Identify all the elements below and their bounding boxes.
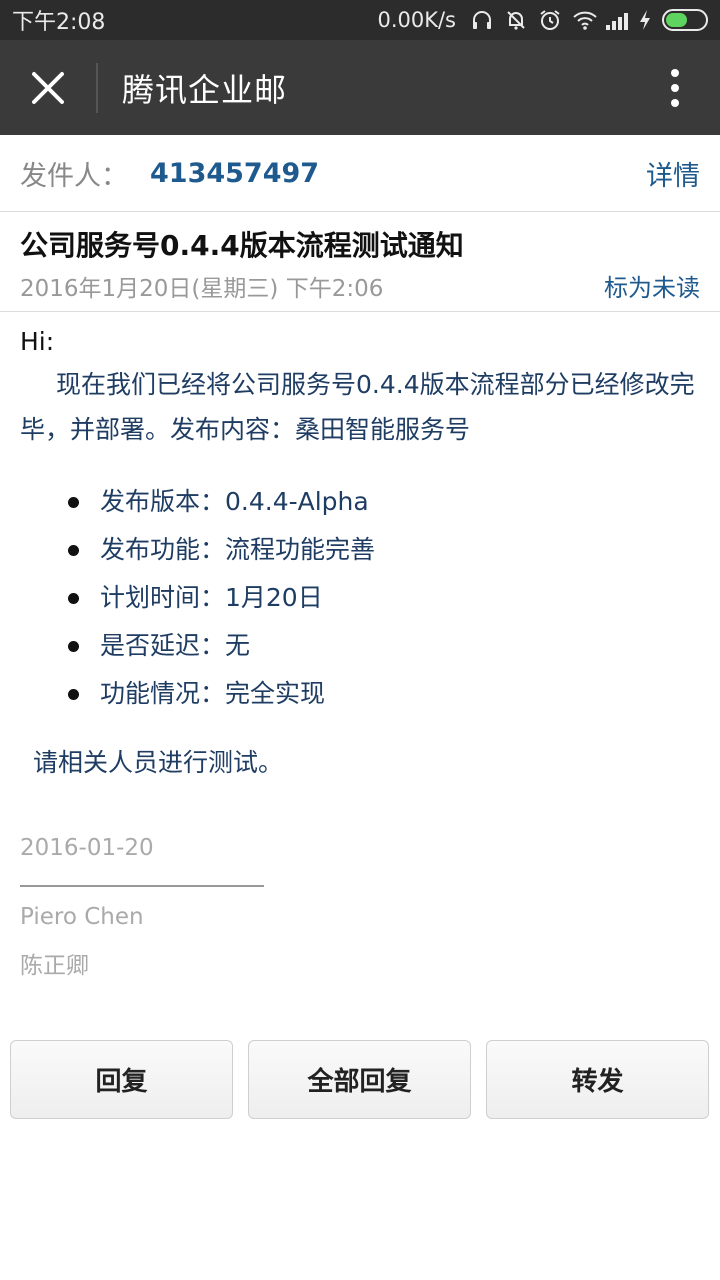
more-menu-button[interactable]: [630, 40, 720, 135]
status-time: 下午2:08: [12, 10, 106, 35]
signal-icon: [606, 10, 628, 30]
close-icon: [32, 71, 64, 104]
signature-name-cn: 陈正卿: [20, 953, 89, 979]
list-item: 功能情况：完全实现: [20, 670, 700, 718]
list-item-text: 功能情况：完全实现: [100, 679, 326, 708]
sender-label: 发件人：: [20, 160, 128, 192]
list-item: 发布功能：流程功能完善: [20, 526, 700, 574]
mark-unread-link[interactable]: 标为未读: [604, 268, 700, 303]
battery-level: [666, 13, 687, 27]
list-item: 计划时间：1月20日: [20, 574, 700, 622]
close-button[interactable]: [0, 40, 96, 135]
bullet-dot: [68, 497, 79, 508]
divider: [0, 311, 720, 312]
mail-greeting: Hi:: [20, 327, 55, 356]
app-bar-divider: [96, 62, 98, 113]
mail-subject: 公司服务号0.4.4版本流程测试通知: [20, 229, 464, 262]
list-item: 是否延迟：无: [20, 622, 700, 670]
signature-divider: [20, 885, 264, 887]
list-item-text: 是否延迟：无: [100, 631, 251, 660]
details-link[interactable]: 详情: [646, 154, 700, 193]
mail-closing: 请相关人员进行测试。: [33, 748, 284, 777]
bullet-dot: [68, 689, 79, 700]
bullet-dot: [68, 545, 79, 556]
signature-date: 2016-01-20: [20, 835, 154, 861]
bullet-dot: [68, 641, 79, 652]
bullet-list: 发布版本：0.4.4-Alpha 发布功能：流程功能完善 计划时间：1月20日 …: [20, 478, 700, 718]
alarm-icon: [538, 8, 562, 32]
network-speed: 0.00K/s: [377, 8, 456, 32]
charging-icon: [638, 8, 652, 32]
reply-all-button[interactable]: 全部回复: [248, 1040, 471, 1119]
mute-bell-icon: [504, 8, 528, 32]
list-item-text: 发布版本：0.4.4-Alpha: [100, 487, 369, 516]
reply-button[interactable]: 回复: [10, 1040, 233, 1119]
app-bar: 腾讯企业邮: [0, 40, 720, 135]
mail-paragraph: 现在我们已经将公司服务号0.4.4版本流程部分已经修改完毕，并部署。发布内容：桑…: [20, 370, 695, 444]
battery-icon: [662, 9, 708, 31]
sender-row: 发件人： 413457497 详情: [0, 135, 720, 212]
list-item-text: 计划时间：1月20日: [100, 583, 323, 612]
mail-date: 2016年1月20日(星期三) 下午2:06: [20, 275, 384, 302]
mail-body: Hi: 现在我们已经将公司服务号0.4.4版本流程部分已经修改完毕，并部署。发布…: [20, 322, 700, 785]
status-icons: 0.00K/s: [377, 8, 708, 32]
more-vertical-icon: [671, 68, 679, 107]
bullet-dot: [68, 593, 79, 604]
list-item: 发布版本：0.4.4-Alpha: [20, 478, 700, 526]
mail-meta: 2016年1月20日(星期三) 下午2:06 标为未读: [20, 268, 700, 303]
wifi-icon: [572, 8, 597, 32]
app-title: 腾讯企业邮: [122, 70, 288, 109]
forward-button[interactable]: 转发: [486, 1040, 709, 1119]
list-item-text: 发布功能：流程功能完善: [100, 535, 376, 564]
status-bar: 下午2:08 0.00K/s: [0, 0, 720, 40]
headphones-icon: [470, 8, 494, 32]
signature-name: Piero Chen: [20, 904, 144, 930]
sender-address[interactable]: 413457497: [150, 158, 319, 189]
